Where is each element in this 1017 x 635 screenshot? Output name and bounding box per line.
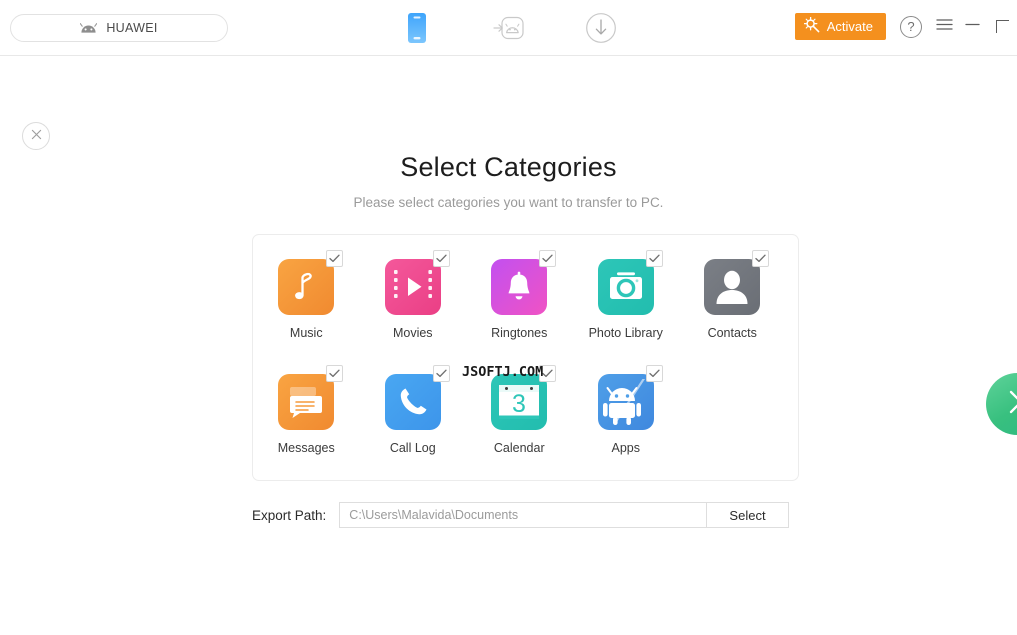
category-panel: Music Movies Ringtones Photo Library Con…: [252, 234, 799, 481]
category-label: Call Log: [389, 441, 436, 455]
calendar-icon: 3: [491, 374, 548, 430]
phone-handset-icon: [384, 374, 441, 430]
activate-label: Activate: [826, 19, 873, 34]
key-sparkle-icon: [803, 16, 821, 37]
category-call-log[interactable]: Call Log: [360, 365, 467, 455]
category-apps[interactable]: Apps: [573, 365, 680, 455]
category-label: Ringtones: [491, 326, 548, 340]
message-bubble-icon: [278, 374, 335, 430]
category-label: Contacts: [707, 326, 757, 340]
category-checkbox[interactable]: [432, 250, 450, 267]
export-path-input[interactable]: [339, 502, 707, 528]
phone-device-icon[interactable]: [397, 8, 437, 48]
activate-button[interactable]: Activate: [794, 13, 886, 40]
minimize-button[interactable]: [961, 16, 983, 38]
category-label: Music: [289, 326, 323, 340]
main-content: Select Categories Please select categori…: [0, 56, 1017, 634]
page-title: Select Categories: [400, 152, 617, 182]
select-folder-button[interactable]: Select: [707, 502, 789, 528]
export-path-label: Export Path:: [252, 507, 327, 523]
category-checkbox[interactable]: [432, 365, 450, 382]
category-checkbox[interactable]: [539, 250, 557, 267]
android-robot-icon: [597, 374, 654, 430]
window-controls-group: Activate ?: [794, 13, 1017, 40]
category-checkbox[interactable]: [539, 365, 557, 382]
android-head-icon: [80, 22, 98, 34]
bell-icon: [491, 259, 548, 315]
category-row-1: Music Movies Ringtones Photo Library Con…: [253, 250, 800, 340]
category-empty-slot: [679, 374, 786, 455]
category-checkbox[interactable]: [326, 250, 344, 267]
category-label: Calendar: [493, 441, 545, 455]
category-movies[interactable]: Movies: [360, 250, 467, 340]
category-checkbox[interactable]: [645, 250, 663, 267]
music-note-icon: [278, 259, 335, 315]
download-circle-icon[interactable]: [581, 8, 621, 48]
chevron-right-icon: [1005, 387, 1017, 422]
next-step-button[interactable]: [986, 373, 1017, 435]
category-row-2: Messages Call Log 3 Calendar Apps: [253, 365, 800, 455]
page-subtitle: Please select categories you want to tra…: [353, 195, 664, 210]
category-label: Messages: [277, 441, 335, 455]
device-name-label: HUAWEI: [106, 21, 158, 35]
category-contacts[interactable]: Contacts: [679, 250, 786, 340]
help-label: ?: [907, 19, 915, 34]
hamburger-menu-icon: [935, 18, 953, 36]
category-music[interactable]: Music: [253, 250, 360, 340]
category-label: Movies: [392, 326, 433, 340]
minimize-icon: [964, 18, 980, 36]
maximize-icon: [995, 20, 1009, 33]
close-button[interactable]: [22, 122, 50, 150]
export-path-row: Export Path: Select: [252, 502, 789, 528]
device-selector-button[interactable]: HUAWEI: [10, 14, 228, 42]
android-transfer-icon[interactable]: [489, 8, 529, 48]
category-messages[interactable]: Messages: [253, 365, 360, 455]
category-photo-library[interactable]: Photo Library: [573, 250, 680, 340]
film-play-icon: [384, 259, 441, 315]
category-checkbox[interactable]: [326, 365, 344, 382]
maximize-button[interactable]: [989, 16, 1011, 38]
category-ringtones[interactable]: Ringtones: [466, 250, 573, 340]
category-label: Apps: [611, 441, 641, 455]
category-label: Photo Library: [588, 326, 663, 340]
title-bar: HUAWEI Activate ?: [0, 0, 1017, 56]
close-x-icon: [31, 127, 42, 145]
camera-icon: [597, 259, 654, 315]
category-checkbox[interactable]: [752, 250, 770, 267]
menu-button[interactable]: [933, 16, 955, 38]
calendar-day-number: 3: [512, 390, 526, 418]
category-calendar[interactable]: 3 Calendar: [466, 365, 573, 455]
person-silhouette-icon: [704, 259, 761, 315]
help-button[interactable]: ?: [900, 15, 922, 38]
category-checkbox[interactable]: [645, 365, 663, 382]
